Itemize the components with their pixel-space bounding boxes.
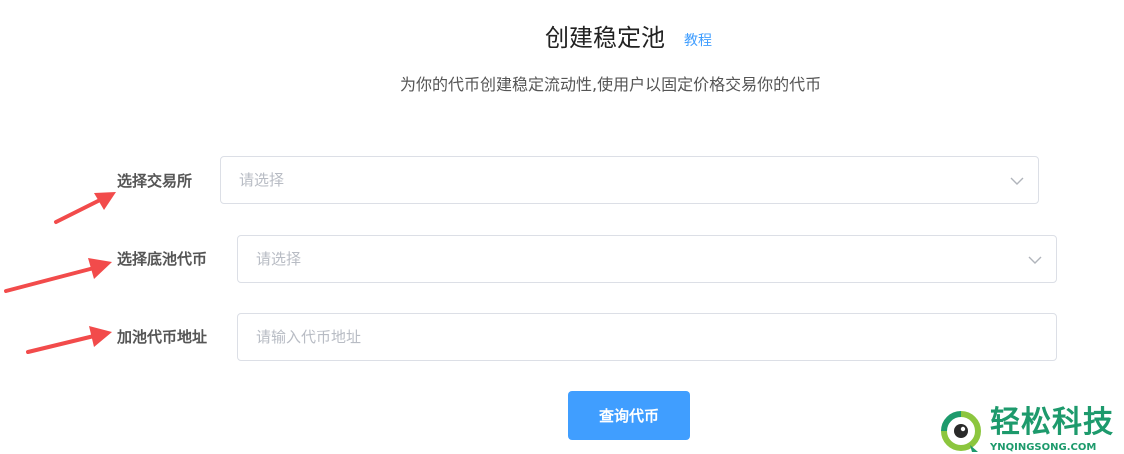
watermark-domain: YNQINGSONG.COM [990, 442, 1097, 453]
token-address-label: 加池代币地址 [117, 328, 208, 346]
exchange-label: 选择交易所 [117, 172, 193, 190]
tutorial-link[interactable]: 教程 [684, 31, 712, 51]
token-address-placeholder: 请输入代币地址 [256, 328, 362, 346]
query-token-button[interactable]: 查询代币 [568, 391, 690, 440]
arrow-icon [4, 258, 112, 293]
page-title: 创建稳定池 [545, 24, 665, 52]
token-address-input[interactable]: 请输入代币地址 [237, 313, 1057, 361]
chevron-down-icon [1010, 177, 1024, 185]
watermark-logo-icon [941, 411, 981, 452]
watermark-name: 轻松科技 [990, 405, 1114, 440]
base-token-select-placeholder: 请选择 [256, 250, 302, 268]
exchange-select[interactable]: 请选择 [220, 156, 1039, 204]
base-token-label: 选择底池代币 [117, 250, 208, 268]
page-subtitle: 为你的代币创建稳定流动性,使用户以固定价格交易你的代币 [400, 75, 822, 94]
chevron-down-icon [1028, 256, 1042, 264]
exchange-select-placeholder: 请选择 [239, 171, 285, 189]
arrow-icon [54, 192, 116, 224]
base-token-select[interactable]: 请选择 [237, 235, 1057, 283]
arrow-icon [26, 326, 112, 354]
